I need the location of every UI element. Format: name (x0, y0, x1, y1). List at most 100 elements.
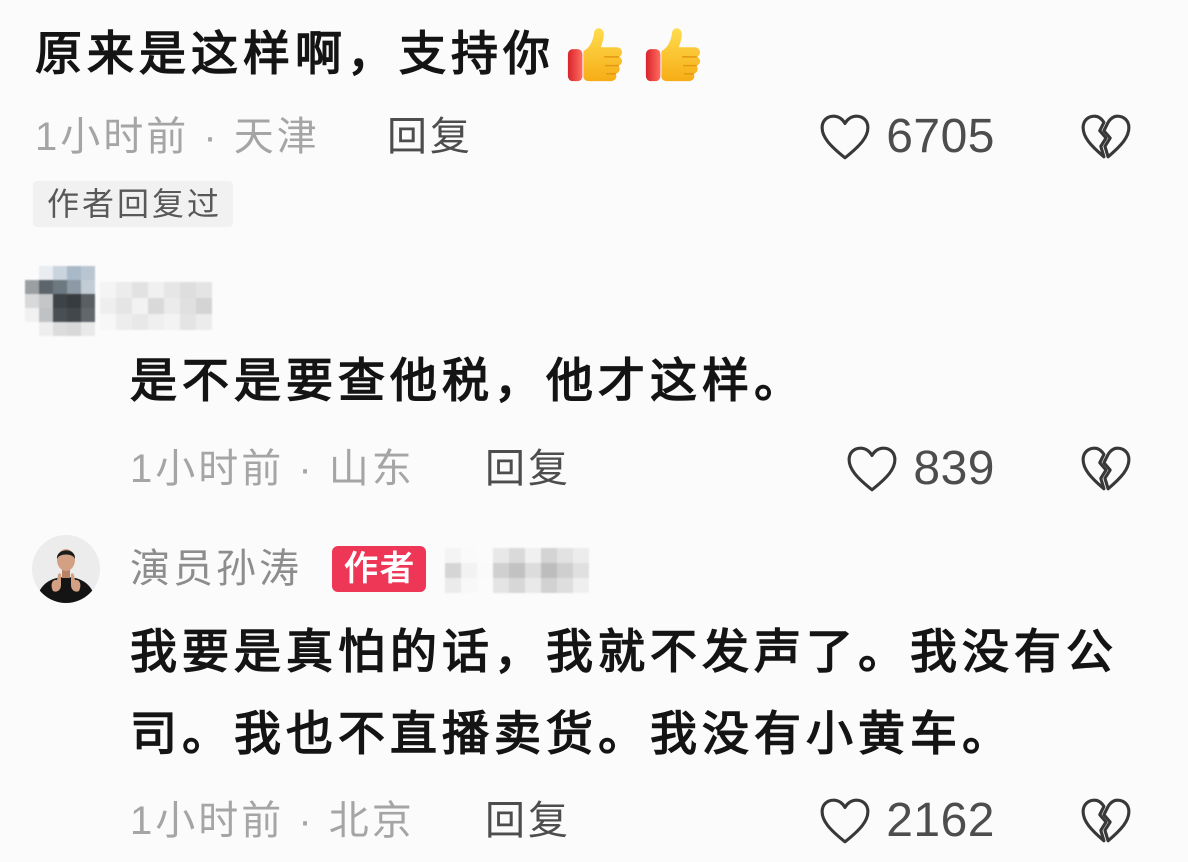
mosaic-cell (25, 266, 39, 280)
mosaic-cell (541, 578, 557, 593)
mosaic-cell (25, 280, 39, 294)
mosaic-cell (461, 578, 477, 593)
mosaic-cell (81, 294, 95, 308)
reply-button[interactable]: 回复 (485, 444, 571, 494)
mosaic-cell (557, 578, 573, 593)
comment-text: 原来是这样啊，支持你 (35, 27, 555, 80)
mosaic-cell (461, 563, 477, 578)
comment-meta: 1小时前 · 天津 (35, 115, 320, 159)
mosaic-cell (445, 548, 461, 563)
mosaic-cell (477, 578, 493, 593)
dislike-button[interactable] (1080, 113, 1132, 161)
mosaic-cell (67, 294, 81, 308)
reply-meta: 1小时前 · 山东 (130, 447, 415, 491)
dislike-button[interactable] (1080, 445, 1132, 493)
thumbs-up-icon (645, 28, 701, 82)
broken-heart-icon[interactable] (1080, 445, 1132, 493)
mosaic-cell (25, 294, 39, 308)
heart-icon[interactable] (819, 113, 871, 161)
mosaic-cell (81, 266, 95, 280)
mosaic-cell (100, 282, 116, 298)
mosaic-cell (67, 266, 81, 280)
mosaic-cell (164, 298, 180, 314)
blurred-avatar[interactable] (25, 266, 95, 336)
mosaic-cell (148, 298, 164, 314)
username[interactable]: 演员孙涛 (130, 544, 302, 594)
mosaic-cell (39, 322, 53, 336)
mosaic-cell (445, 563, 461, 578)
mosaic-cell (525, 548, 541, 563)
mosaic-cell (573, 563, 589, 578)
mosaic-cell (100, 314, 116, 330)
comment-content: 原来是这样啊，支持你 (35, 24, 705, 84)
mosaic-cell (148, 314, 164, 330)
mosaic-cell (148, 282, 164, 298)
mosaic-cell (81, 322, 95, 336)
like-button[interactable]: 2162 (819, 796, 995, 846)
mosaic-cell (180, 282, 196, 298)
like-button[interactable]: 6705 (819, 112, 995, 162)
comment-thread: 原来是这样啊，支持你 1小时前 · 天津 回复 6705 作者回复过 是不是要查… (0, 0, 1188, 862)
comment-emojis (565, 23, 705, 85)
broken-heart-icon[interactable] (1080, 797, 1132, 845)
mosaic-cell (67, 322, 81, 336)
avatar[interactable] (32, 535, 100, 603)
mosaic-cell (573, 578, 589, 593)
mosaic-cell (25, 308, 39, 322)
mosaic-cell (100, 298, 116, 314)
reply-text: 我要是真怕的话，我就不发声了。我没有公司。我也不直播卖货。我没有小黄车。 (130, 625, 1118, 760)
mosaic-cell (196, 282, 212, 298)
dislike-button[interactable] (1080, 797, 1132, 845)
mosaic-cell (132, 282, 148, 298)
reply-button[interactable]: 回复 (387, 112, 473, 162)
mosaic-cell (557, 548, 573, 563)
mosaic-cell (39, 280, 53, 294)
reply-text: 是不是要查他税，他才这样。 (130, 354, 806, 407)
mosaic-cell (477, 563, 493, 578)
author-replied-badge: 作者回复过 (33, 181, 234, 227)
mosaic-cell (164, 314, 180, 330)
mosaic-cell (39, 294, 53, 308)
mosaic-cell (557, 563, 573, 578)
mosaic-cell (39, 308, 53, 322)
like-count: 839 (913, 442, 995, 495)
mosaic-cell (132, 314, 148, 330)
mosaic-cell (493, 563, 509, 578)
mosaic-cell (180, 314, 196, 330)
like-count: 2162 (886, 794, 995, 847)
mosaic-cell (81, 308, 95, 322)
thumbs-up-icon (567, 28, 623, 82)
mosaic-cell (39, 266, 53, 280)
mosaic-cell (25, 322, 39, 336)
like-button[interactable]: 839 (846, 444, 995, 494)
blurred-username[interactable] (100, 282, 212, 330)
mosaic-cell (116, 314, 132, 330)
mosaic-cell (196, 298, 212, 314)
mosaic-cell (573, 548, 589, 563)
mosaic-cell (53, 308, 67, 322)
reply-actions: 1小时前 · 北京 回复 2162 (0, 796, 1188, 846)
like-count: 6705 (886, 110, 995, 163)
comment-actions: 1小时前 · 天津 回复 6705 (0, 112, 1188, 162)
mosaic-cell (53, 266, 67, 280)
author-badge: 作者 (332, 546, 426, 592)
mosaic-cell (53, 322, 67, 336)
mosaic-cell (164, 282, 180, 298)
reply-button[interactable]: 回复 (485, 796, 571, 846)
mosaic-cell (525, 563, 541, 578)
mosaic-cell (53, 294, 67, 308)
mosaic-cell (477, 548, 493, 563)
broken-heart-icon[interactable] (1080, 113, 1132, 161)
mosaic-cell (445, 578, 461, 593)
mosaic-cell (509, 563, 525, 578)
reply-meta: 1小时前 · 北京 (130, 799, 415, 843)
mosaic-cell (493, 548, 509, 563)
heart-icon[interactable] (819, 797, 871, 845)
mosaic-cell (493, 578, 509, 593)
mosaic-cell (67, 308, 81, 322)
heart-icon[interactable] (846, 445, 898, 493)
mosaic-cell (196, 314, 212, 330)
mosaic-cell (541, 548, 557, 563)
mosaic-cell (541, 563, 557, 578)
mosaic-cell (81, 280, 95, 294)
